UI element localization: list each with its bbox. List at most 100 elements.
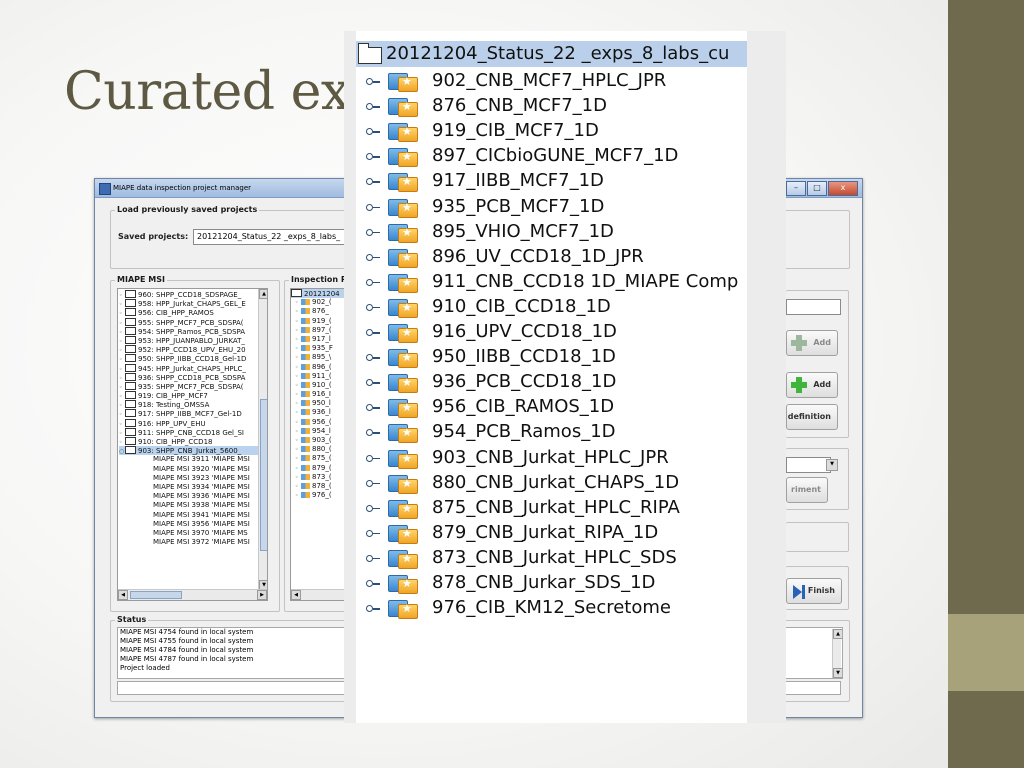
- zoom-tree-row[interactable]: ★ 876_CNB_MCF7_1D: [356, 93, 747, 118]
- key-icon[interactable]: [366, 429, 380, 437]
- msi-child-row[interactable]: MIAPE MSI 3911 'MIAPE MSI: [119, 455, 258, 464]
- zoomed-tree[interactable]: 20121204_Status_22 _exps_8_labs_cu ★ 902_…: [356, 31, 747, 723]
- minimize-button[interactable]: –: [786, 181, 806, 196]
- inspection-tree-row[interactable]: ◦ 916_I: [291, 390, 347, 399]
- scroll-right-icon[interactable]: ▶: [257, 590, 267, 600]
- msi-child-row[interactable]: MIAPE MSI 3920 'MIAPE MSI: [119, 465, 258, 474]
- inspection-tree-row[interactable]: ◦ 911_(: [291, 372, 347, 381]
- definition-button[interactable]: definition: [786, 404, 838, 430]
- msi-tree-row[interactable]: ◦ 945: HPP_Jurkat_CHAPS_HPLC_: [119, 363, 258, 373]
- scroll-down-icon[interactable]: ▼: [833, 668, 842, 678]
- add-button[interactable]: Add: [786, 372, 838, 398]
- msi-tree-row[interactable]: ○ 903: SHPP_CNB_Jurkat_5600_: [119, 446, 258, 456]
- key-icon[interactable]: [366, 479, 380, 487]
- zoom-tree-row[interactable]: ★ 880_CNB_Jurkat_CHAPS_1D: [356, 470, 747, 495]
- inspection-tree-row[interactable]: ◦ 976_(: [291, 491, 347, 500]
- zoom-tree-row[interactable]: ★ 935_PCB_MCF7_1D: [356, 194, 747, 219]
- inspection-tree-row[interactable]: ◦ 917_l: [291, 335, 347, 344]
- scroll-left-icon[interactable]: ◀: [291, 590, 301, 600]
- inspection-tree-row[interactable]: ◦ 875_(: [291, 454, 347, 463]
- inspection-tree-row[interactable]: ◦ 954_l: [291, 427, 347, 436]
- msi-tree-row[interactable]: ◦ 917: SHPP_IIBB_MCF7_Gel-1D: [119, 409, 258, 418]
- key-icon[interactable]: [366, 128, 380, 136]
- zoom-tree-row[interactable]: ★ 976_CIB_KM12_Secretome: [356, 595, 747, 620]
- zoom-tree-row[interactable]: ★ 895_VHIO_MCF7_1D: [356, 219, 747, 244]
- zoom-root-row[interactable]: 20121204_Status_22 _exps_8_labs_cu: [356, 41, 747, 67]
- key-icon[interactable]: [366, 203, 380, 211]
- chevron-down-icon[interactable]: ▼: [826, 459, 838, 471]
- msi-tree-row[interactable]: ◦ 936: SHPP_CCD18_PCB_SDSPA: [119, 372, 258, 382]
- zoom-tree-row[interactable]: ★ 917_IIBB_MCF7_1D: [356, 168, 747, 193]
- msi-tree-row[interactable]: ◦ 919: CIB_HPP_MCF7: [119, 391, 258, 400]
- key-icon[interactable]: [366, 153, 380, 161]
- key-icon[interactable]: [366, 354, 380, 362]
- key-icon[interactable]: [366, 178, 380, 186]
- inspection-tree-row[interactable]: ◦ 935_F: [291, 344, 347, 353]
- msi-child-row[interactable]: MIAPE MSI 3970 'MIAPE MS: [119, 529, 258, 538]
- zoom-tree-row[interactable]: ★ 936_PCB_CCD18_1D: [356, 369, 747, 394]
- zoom-tree-row[interactable]: ★ 910_CIB_CCD18_1D: [356, 294, 747, 319]
- zoom-tree-row[interactable]: ★ 875_CNB_Jurkat_HPLC_RIPA: [356, 495, 747, 520]
- msi-tree-row[interactable]: ◦ 911: SHPP_CNB_CCD18 Gel_SI: [119, 427, 258, 437]
- key-icon[interactable]: [366, 554, 380, 562]
- zoom-tree-row[interactable]: ★ 919_CIB_MCF7_1D: [356, 118, 747, 143]
- finish-button[interactable]: Finish: [786, 578, 842, 604]
- zoom-tree-row[interactable]: ★ 916_UPV_CCD18_1D: [356, 319, 747, 344]
- inspection-tree-row[interactable]: ◦ 956_(: [291, 418, 347, 427]
- key-icon[interactable]: [366, 329, 380, 336]
- scroll-left-icon[interactable]: ◀: [118, 590, 128, 600]
- inspection-tree-row[interactable]: ◦ 936_l: [291, 408, 347, 417]
- key-icon[interactable]: [366, 529, 380, 537]
- msi-child-row[interactable]: MIAPE MSI 3956 'MIAPE MSI: [119, 520, 258, 529]
- zoom-tree-row[interactable]: ★ 896_UV_CCD18_1D_JPR: [356, 244, 747, 269]
- msi-tree-row[interactable]: ◦ 960: SHPP_CCD18_SDSPAGE_: [119, 290, 258, 299]
- key-icon[interactable]: [366, 228, 380, 236]
- key-icon[interactable]: [366, 278, 380, 286]
- zoom-tree-row[interactable]: ★ 897_CICbioGUNE_MCF7_1D: [356, 143, 747, 168]
- name-input[interactable]: [786, 299, 841, 315]
- inspection-horizontal-scrollbar[interactable]: ◀: [291, 589, 347, 600]
- scroll-up-icon[interactable]: ▲: [259, 289, 267, 299]
- inspection-tree-row[interactable]: ◦ 880_(: [291, 445, 347, 454]
- msi-child-row[interactable]: MIAPE MSI 3972 'MIAPE MSI: [119, 538, 258, 547]
- inspection-tree[interactable]: 20121204 ◦ 902_(◦ 876_ ◦ 919_(◦ 897_(◦ 917_l ◦ 9…: [290, 288, 347, 601]
- msi-horizontal-scrollbar[interactable]: ◀ ▶: [118, 589, 267, 600]
- msi-child-row[interactable]: MIAPE MSI 3938 'MIAPE MSI: [119, 501, 258, 510]
- key-icon[interactable]: [366, 103, 380, 111]
- zoom-tree-row[interactable]: ★ 873_CNB_Jurkat_HPLC_SDS: [356, 545, 747, 570]
- msi-hscroll-thumb[interactable]: [130, 591, 182, 599]
- inspection-tree-row[interactable]: ◦ 902_(: [291, 298, 347, 307]
- inspection-tree-row[interactable]: ◦ 873_(: [291, 473, 347, 482]
- inspection-tree-row[interactable]: ◦ 950_l: [291, 399, 347, 408]
- inspection-root-row[interactable]: 20121204: [291, 289, 347, 299]
- inspection-tree-row[interactable]: ◦ 896_(: [291, 363, 347, 372]
- maximize-button[interactable]: □: [807, 181, 827, 196]
- msi-tree-row[interactable]: ◦ 958: HPP_Jurkat_CHAPS_GEL_E: [119, 299, 258, 308]
- msi-tree-row[interactable]: ◦ 956: CIB_HPP_RAMOS: [119, 308, 258, 317]
- experiment-select[interactable]: [786, 457, 831, 473]
- key-icon[interactable]: [366, 379, 380, 387]
- msi-scroll-thumb[interactable]: [260, 399, 267, 551]
- saved-projects-select[interactable]: 20121204_Status_22 _exps_8_labs_: [193, 229, 348, 245]
- inspection-tree-row[interactable]: ◦ 910_(: [291, 381, 347, 390]
- zoom-tree-row[interactable]: ★ 911_CNB_CCD18 1D_MIAPE Comp: [356, 269, 747, 294]
- msi-tree-row[interactable]: ◦ 918: Testing_OMSSA: [119, 400, 258, 409]
- msi-child-row[interactable]: MIAPE MSI 3934 'MIAPE MSI: [119, 483, 258, 492]
- inspection-tree-row[interactable]: ◦ 878_(: [291, 482, 347, 491]
- msi-tree-row[interactable]: ◦ 955: SHPP_MCF7_PCB_SDSPA(: [119, 317, 258, 327]
- msi-tree-row[interactable]: ◦ 916: HPP_UPV_EHU: [119, 418, 258, 428]
- inspection-tree-row[interactable]: ◦ 879_(: [291, 464, 347, 473]
- msi-tree-row[interactable]: ◦ 910: CIB_HPP_CCD18: [119, 437, 258, 446]
- inspection-tree-row[interactable]: ◦ 897_(: [291, 326, 347, 335]
- msi-tree-row[interactable]: ◦ 953: HPP_JUANPABLO_JURKAT_: [119, 335, 258, 345]
- msi-child-row[interactable]: MIAPE MSI 3923 'MIAPE MSI: [119, 474, 258, 483]
- status-scrollbar[interactable]: ▲ ▼: [832, 629, 842, 678]
- close-button[interactable]: x: [828, 181, 858, 196]
- msi-child-row[interactable]: MIAPE MSI 3936 'MIAPE MSI: [119, 492, 258, 501]
- msi-tree-row[interactable]: ◦ 954: SHPP_Ramos_PCB_SDSPA: [119, 326, 258, 336]
- zoom-tree-row[interactable]: ★ 950_IIBB_CCD18_1D: [356, 344, 747, 369]
- msi-tree-row[interactable]: ◦ 952: HPP_CCD18_UPV_EHU_20: [119, 345, 258, 354]
- msi-tree-row[interactable]: ◦ 935: SHPP_MCF7_PCB_SDSPA(: [119, 381, 258, 391]
- zoom-tree-row[interactable]: ★ 878_CNB_Jurkar_SDS_1D: [356, 570, 747, 595]
- experiment-button[interactable]: riment: [786, 477, 828, 503]
